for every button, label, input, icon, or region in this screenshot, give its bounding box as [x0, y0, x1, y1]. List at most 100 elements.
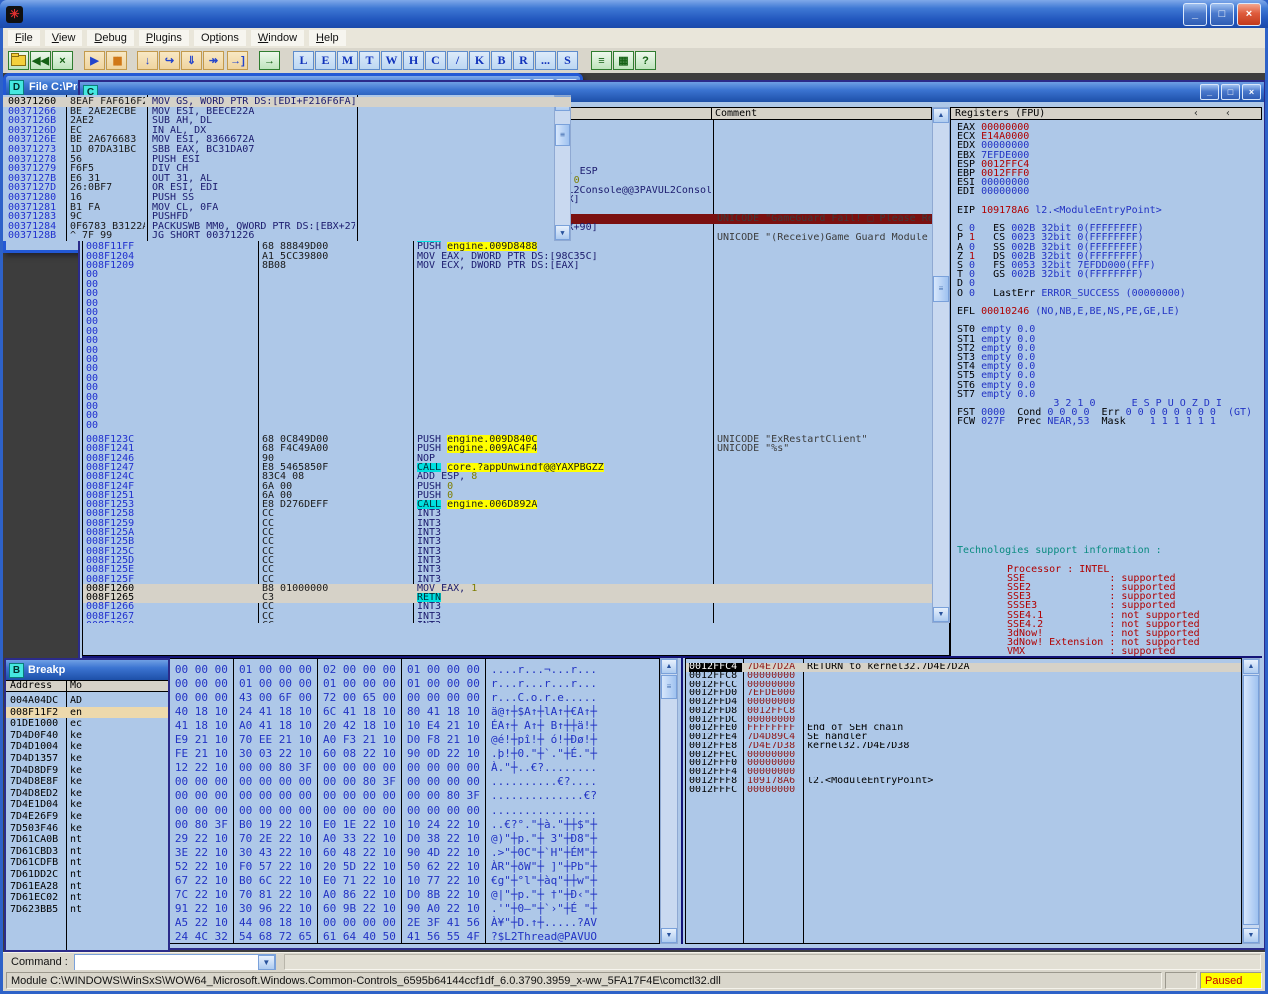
engine-disasm-row[interactable]: 0037127BE6 31OUT 31, AL	[3, 174, 571, 184]
engine-disasm-row[interactable]: 0037127D26:0BF7OR ESI, EDI	[3, 183, 571, 193]
dump-scrollbar[interactable]: ▲ ≡ ▼	[660, 658, 678, 944]
breakpoint-row[interactable]: 7D61DD2Cnt	[6, 869, 168, 881]
disasm-row[interactable]: 008F12098B08MOV ECX, DWORD PTR DS:[EAX]	[83, 261, 932, 271]
menu-item-help[interactable]: Help	[309, 30, 346, 46]
scroll-down-icon[interactable]: ▼	[661, 928, 677, 943]
stack-row[interactable]: 0012FFC47D4E7D2ARETURN to kernel32.7D4E7…	[686, 663, 1241, 672]
menu-item-file[interactable]: File	[8, 30, 40, 46]
breakpoint-row[interactable]: 7D61CDFBnt	[6, 857, 168, 869]
cpu-maximize-button[interactable]: □	[1221, 84, 1240, 100]
breakpoint-row[interactable]: 7D623BB5nt	[6, 904, 168, 916]
run-trace-button[interactable]: ...	[535, 51, 556, 70]
engine-disasm-row[interactable]: 00371281B1 FAMOV CL, 0FA	[3, 203, 571, 213]
chevron-down-icon[interactable]: ▼	[258, 955, 275, 970]
log-window-button[interactable]: L	[293, 51, 314, 70]
engine-disasm-row[interactable]: 0037126B2AE2SUB AH, DL	[3, 116, 571, 126]
scroll-up-icon[interactable]: ▲	[661, 659, 677, 674]
stack-pane[interactable]: 0012FFC47D4E7D2ARETURN to kernel32.7D4E7…	[685, 658, 1242, 944]
engine-disasm-row[interactable]: 003712839CPUSHFD	[3, 212, 571, 222]
scroll-up-icon[interactable]: ▲	[1243, 659, 1259, 674]
engine-disasm-row[interactable]: 003712608EAF FAF616F2MOV GS, WORD PTR DS…	[3, 97, 571, 107]
breakpoint-row[interactable]: 7D61CBD3nt	[6, 846, 168, 858]
executable-modules-button[interactable]: E	[315, 51, 336, 70]
stack-scrollbar[interactable]: ▲ ▼	[1242, 658, 1260, 944]
registers-pane[interactable]: EAX 00000000ECX E14A0000EDX 00000000EBX …	[950, 120, 1262, 656]
engine-disasm-row[interactable]: 0037126EBE 2A676683MOV ESI, 8366672A	[3, 135, 571, 145]
scrollbar-thumb[interactable]: ≡	[933, 276, 949, 302]
restart-button[interactable]: ◀◀	[30, 51, 51, 70]
engine-disasm-row[interactable]: 00371266BE 2AE2ECBEMOV ESI, BEECE22A	[3, 107, 571, 117]
breakpoint-row[interactable]: 008F11F2en	[6, 707, 168, 719]
close-button[interactable]: ×	[1237, 3, 1261, 26]
engine-disasm-row[interactable]: 0037128B^ 7F 99JG SHORT 00371226	[3, 231, 571, 241]
handles-button[interactable]: H	[403, 51, 424, 70]
open-file-button[interactable]	[8, 51, 29, 70]
breakpoint-row[interactable]: 7D61CA0Bnt	[6, 834, 168, 846]
engine-disasm-row[interactable]: 00371279F6F5DIV CH	[3, 164, 571, 174]
stack-row[interactable]: 0012FFE87D4E7D38kernel32.7D4E7D38	[686, 742, 1241, 751]
command-input[interactable]: ▼	[74, 954, 276, 971]
breakpoints-button[interactable]: B	[491, 51, 512, 70]
minimize-button[interactable]: _	[1183, 3, 1207, 26]
go-to-button[interactable]: →	[259, 51, 280, 70]
breakpoint-row[interactable]: 7D4D1357ke	[6, 753, 168, 765]
breakpoint-row[interactable]: 7D4D8ED2ke	[6, 788, 168, 800]
menu-item-debug[interactable]: Debug	[87, 30, 133, 46]
cpu-close-button[interactable]: ×	[1242, 84, 1261, 100]
engine-disasm-row[interactable]: 003712731D 07DA31BCSBB EAX, BC31DA07	[3, 145, 571, 155]
menu-item-plugins[interactable]: Plugins	[139, 30, 189, 46]
patches-button[interactable]: /	[447, 51, 468, 70]
breakpoint-row[interactable]: 01DE1000ec	[6, 718, 168, 730]
breakpoint-row[interactable]: 7D4D8DF9ke	[6, 765, 168, 777]
menu-item-window[interactable]: Window	[251, 30, 304, 46]
registers-pane-nav-icons[interactable]: ‹‹	[1193, 108, 1257, 119]
close-process-button[interactable]: ×	[52, 51, 73, 70]
step-over-button[interactable]: ↪	[159, 51, 180, 70]
stack-row[interactable]: 0012FFE47D4D89C4SE handler	[686, 733, 1241, 742]
column-header-comment[interactable]: Comment	[712, 107, 932, 120]
stack-row[interactable]: 0012FFD07EFDE000	[686, 689, 1241, 698]
breakpoint-row[interactable]: 7D4D8E8Fke	[6, 776, 168, 788]
scrollbar-thumb[interactable]: ≡	[661, 675, 677, 699]
breakpoint-row[interactable]: 7D61EA28nt	[6, 881, 168, 893]
menu-item-options[interactable]: Options	[194, 30, 246, 46]
trace-over-button[interactable]: ↠	[203, 51, 224, 70]
options-list-button[interactable]: ≡	[591, 51, 612, 70]
stack-row[interactable]: 0012FFF000000000	[686, 759, 1241, 768]
scroll-down-icon[interactable]: ▼	[1243, 928, 1259, 943]
scroll-down-icon[interactable]: ▼	[933, 607, 949, 622]
breakpoints-titlebar[interactable]: B Breakp	[6, 660, 168, 680]
breakpoint-row[interactable]: 7D4E1D04ke	[6, 799, 168, 811]
engine-disasm-row[interactable]: 0037128016PUSH SS	[3, 193, 571, 203]
stack-row[interactable]: 0012FFF400000000	[686, 768, 1241, 777]
engine-disassembly[interactable]: ▲ ≡ ▼ 003712608EAF FAF616F2MOV GS, WORD …	[3, 95, 571, 241]
stack-row[interactable]: 0012FFF8109178A6l2.<ModuleEntryPoint>	[686, 777, 1241, 786]
breakpoint-row[interactable]: 7D61EC02nt	[6, 892, 168, 904]
engine-dll-window[interactable]: D File C:\Program Files (x86)\Lin2PTS\sy…	[3, 73, 583, 253]
stack-row[interactable]: 0012FFD400000000	[686, 698, 1241, 707]
breakpoint-row[interactable]: 7D4E26F9ke	[6, 811, 168, 823]
trace-into-button[interactable]: ⇓	[181, 51, 202, 70]
stack-row[interactable]: 0012FFDC00000000	[686, 716, 1241, 725]
breakpoint-row[interactable]: 7D4D0F40ke	[6, 730, 168, 742]
stack-row[interactable]: 0012FFEC00000000	[686, 751, 1241, 760]
threads-button[interactable]: T	[359, 51, 380, 70]
memory-map-button[interactable]: M	[337, 51, 358, 70]
until-return-button[interactable]: →]	[227, 51, 248, 70]
disassembly-scrollbar[interactable]: ▲ ≡ ▼	[932, 107, 950, 623]
pause-button[interactable]: ▮▮	[106, 51, 127, 70]
breakpoint-row[interactable]: 004A04DCAD	[6, 695, 168, 707]
stack-row[interactable]: 0012FFE0FFFFFFFFEnd of SEH chain	[686, 724, 1241, 733]
main-titlebar[interactable]: ✳ _ □ ×	[0, 0, 1268, 28]
maximize-button[interactable]: □	[1210, 3, 1234, 26]
step-into-button[interactable]: ↓	[137, 51, 158, 70]
source-button[interactable]: S	[557, 51, 578, 70]
scroll-up-icon[interactable]: ▲	[933, 108, 949, 123]
scrollbar-thumb[interactable]	[1243, 675, 1259, 925]
cpu-minimize-button[interactable]: _	[1200, 84, 1219, 100]
breakpoint-row[interactable]: 7D503F46ke	[6, 823, 168, 835]
stack-row[interactable]: 0012FFC800000000	[686, 672, 1241, 681]
run-button[interactable]: ▶	[84, 51, 105, 70]
stack-row[interactable]: 0012FFFC00000000	[686, 786, 1241, 795]
stack-row[interactable]: 0012FFCC00000000	[686, 681, 1241, 690]
